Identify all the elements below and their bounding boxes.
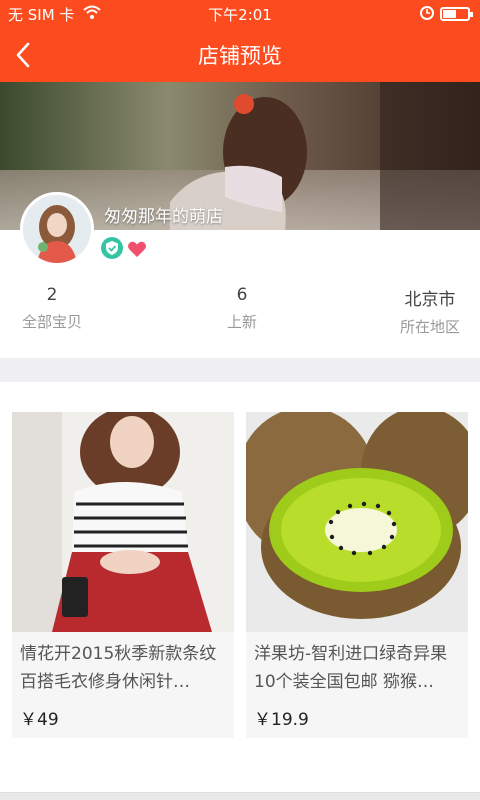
stat-all-items[interactable]: 2 全部宝贝 (10, 285, 94, 332)
stat-value: 北京市 (404, 290, 456, 310)
product-card[interactable]: 洋果坊-智利进口绿奇异果10个装全国包邮 猕猴… ￥19.9 (246, 412, 468, 738)
stat-value: 2 (46, 285, 58, 305)
product-name: 洋果坊-智利进口绿奇异果10个装全国包邮 猕猴… (254, 644, 448, 692)
product-image[interactable] (246, 412, 468, 632)
alarm-icon (418, 3, 436, 25)
product-price: ￥19.9 (254, 710, 309, 730)
stat-label: 上新 (226, 313, 257, 331)
stat-label: 所在地区 (399, 318, 460, 336)
product-card[interactable]: 情花开2015秋季新款条纹百搭毛衣修身休闲针… ￥49 (12, 412, 234, 738)
battery-level (443, 10, 456, 18)
product-name: 情花开2015秋季新款条纹百搭毛衣修身休闲针… (20, 644, 217, 692)
stat-value: 6 (236, 285, 248, 305)
battery-icon (440, 7, 473, 21)
product-price: ￥49 (20, 710, 59, 730)
page-title: 店铺预览 (198, 44, 282, 68)
stat-label: 全部宝贝 (21, 313, 82, 331)
verified-shield-icon (101, 237, 123, 259)
shop-stats: 2 全部宝贝 6 上新 北京市 所在地区 (0, 285, 480, 341)
shop-avatar[interactable] (20, 192, 94, 266)
shop-name: 匆匆那年的萌店 (104, 207, 223, 227)
product-grid: 情花开2015秋季新款条纹百搭毛衣修身休闲针… ￥49 洋果坊-智利进口绿奇异果… (0, 382, 480, 792)
product-image[interactable] (12, 412, 234, 632)
status-bar: 无 SIM 卡 下午2:01 (0, 0, 480, 28)
navigation-bar: 店铺预览 (0, 28, 480, 82)
section-divider (0, 358, 480, 382)
stat-new-arrivals[interactable]: 6 上新 (200, 285, 284, 332)
stat-location: 北京市 所在地区 (388, 285, 472, 337)
heart-icon (126, 238, 148, 260)
bottom-tab-bar (0, 792, 480, 800)
status-time: 下午2:01 (208, 6, 272, 24)
